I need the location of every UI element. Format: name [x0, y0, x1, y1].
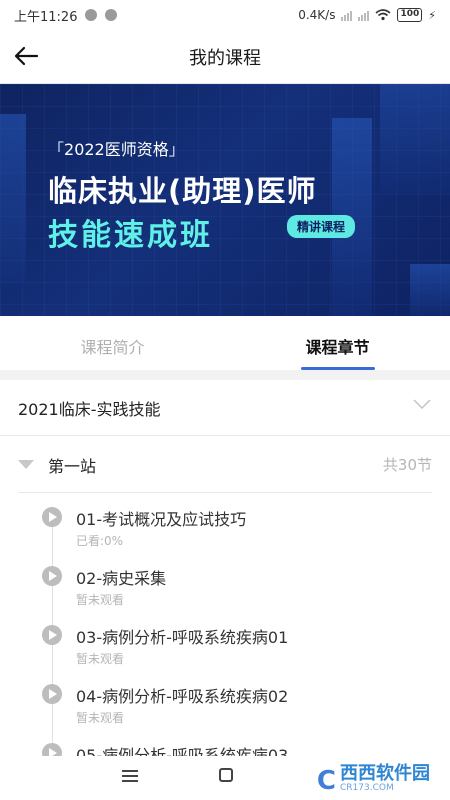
chapter-name: 第一站: [48, 456, 97, 476]
course-tabs: 课程简介 课程章节: [0, 316, 450, 370]
charging-icon: ⚡: [428, 8, 436, 22]
watermark-logo: C 西西软件园 CR173.COM: [316, 763, 430, 797]
lesson-item[interactable]: 05-病例分析-呼吸系统疾病03: [42, 743, 432, 757]
page-title: 我的课程: [189, 48, 261, 69]
banner-decoration: [380, 84, 450, 194]
chapter-header[interactable]: 第一站 共30节: [18, 437, 432, 493]
lesson-status: 暂未观看: [76, 652, 125, 666]
play-icon: [42, 743, 62, 757]
tab-intro[interactable]: 课程简介: [0, 316, 225, 370]
chevron-down-icon: [413, 399, 431, 410]
menu-icon[interactable]: [122, 770, 138, 785]
lesson-title: 04-病例分析-呼吸系统疾病02: [76, 687, 289, 706]
play-icon: [42, 566, 62, 586]
course-banner: 「2022医师资格」 临床执业(助理)医师 技能速成班 精讲课程: [0, 84, 450, 316]
section-divider: [0, 370, 450, 380]
status-bar: 上午11:26 0.4K/s 100 ⚡: [0, 0, 450, 30]
watermark-text: 西西软件园 CR173.COM: [340, 763, 430, 795]
course-name: 2021临床-实践技能: [18, 399, 161, 419]
lesson-status: 暂未观看: [76, 593, 125, 607]
caret-down-icon: [18, 460, 34, 469]
lesson-title: 02-病史采集: [76, 569, 167, 588]
chapter-lesson-count: 共30节: [382, 456, 432, 474]
status-time: 上午11:26: [14, 9, 78, 25]
watermark-logo-icon: C: [316, 766, 336, 796]
lesson-status: 暂未观看: [76, 711, 125, 725]
lesson-title: 05-病例分析-呼吸系统疾病03: [76, 746, 289, 757]
bracket-close: 」: [168, 140, 185, 159]
watermark-line2: CR173.COM: [340, 783, 394, 793]
banner-year-text: 2022医师资格: [64, 140, 169, 159]
watermark-line1: 西西软件园: [340, 763, 430, 784]
lesson-item[interactable]: 04-病例分析-呼吸系统疾病02 暂未观看: [42, 684, 432, 742]
status-left: 上午11:26: [14, 6, 118, 25]
home-icon[interactable]: [219, 768, 233, 782]
lesson-title: 03-病例分析-呼吸系统疾病01: [76, 628, 289, 647]
play-icon: [42, 684, 62, 704]
app-header: 我的课程: [0, 30, 450, 84]
banner-tag: 精讲课程: [287, 215, 356, 238]
system-nav-bar: C 西西软件园 CR173.COM: [0, 756, 450, 800]
bracket-open: 「: [48, 140, 65, 159]
lesson-status: 已看:0%: [76, 534, 124, 548]
signal-icon-2: [358, 10, 370, 21]
notification-icon: [85, 9, 98, 21]
signal-icon: [341, 10, 353, 21]
banner-year-label: 「2022医师资格」: [48, 136, 185, 160]
tab-chapters[interactable]: 课程章节: [225, 316, 450, 370]
lesson-item[interactable]: 03-病例分析-呼吸系统疾病01 暂未观看: [42, 625, 432, 683]
banner-decoration: [0, 114, 26, 284]
notification-icon-2: [105, 9, 118, 21]
lesson-item[interactable]: 02-病史采集 暂未观看: [42, 566, 432, 624]
wifi-icon: [375, 9, 391, 21]
status-right: 0.4K/s 100 ⚡: [298, 8, 436, 22]
course-selector[interactable]: 2021临床-实践技能: [0, 380, 450, 436]
banner-main-title: 临床执业(助理)医师: [48, 174, 317, 208]
play-icon: [42, 507, 62, 527]
lesson-item[interactable]: 01-考试概况及应试技巧 已看:0%: [42, 507, 432, 565]
battery-icon: 100: [397, 8, 423, 22]
network-speed: 0.4K/s: [298, 8, 336, 22]
play-icon: [42, 625, 62, 645]
banner-decoration: [410, 264, 450, 316]
banner-subtitle: 技能速成班: [48, 218, 213, 253]
lesson-title: 01-考试概况及应试技巧: [76, 510, 247, 529]
